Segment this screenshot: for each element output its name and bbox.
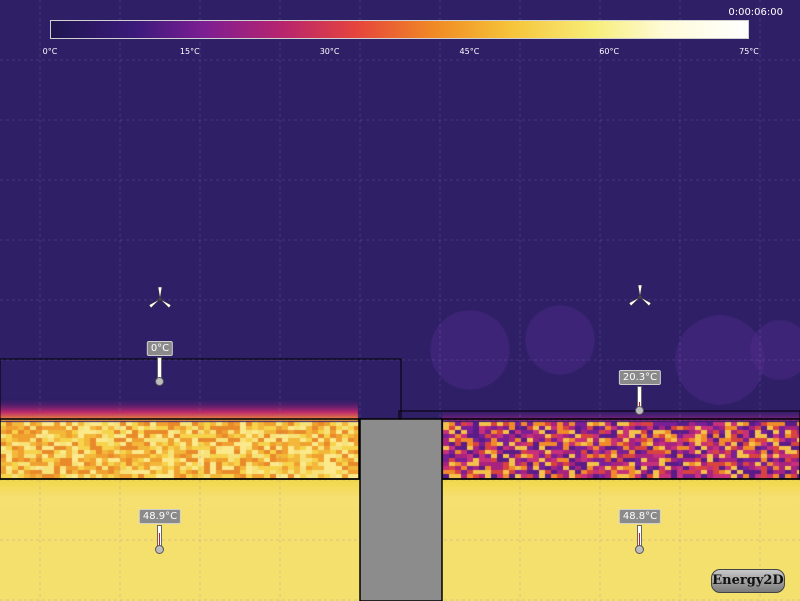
thermometer-reading: 0°C	[146, 341, 174, 356]
temperature-colorbar	[50, 20, 749, 39]
colorbar-tick-label: 30°C	[319, 47, 340, 56]
thermometer-reading: 20.3°C	[618, 370, 662, 385]
energy2d-logo[interactable]: Energy2D	[711, 569, 785, 593]
colorbar-tick-label: 45°C	[459, 47, 480, 56]
colorbar-tick-label: 15°C	[179, 47, 200, 56]
thermal-field[interactable]	[0, 0, 800, 601]
colorbar-tick-label: 60°C	[599, 47, 620, 56]
thermometer-reading: 48.9°C	[138, 509, 182, 524]
simulation-view[interactable]: 0°C 15°C 30°C 45°C 60°C 75°C 0:00:06:00 0°C 2…	[0, 0, 800, 601]
fan-icon[interactable]	[145, 284, 175, 314]
thermometer-icon	[637, 386, 642, 408]
colorbar-tick-label: 75°C	[739, 47, 759, 56]
fan-icon[interactable]	[625, 282, 655, 312]
thermometer-icon	[157, 525, 162, 547]
thermometer-reading: 48.8°C	[618, 509, 662, 524]
colorbar-tick-label: 0°C	[42, 47, 58, 56]
simulation-timer: 0:00:06:00	[728, 7, 783, 18]
thermometer-icon	[157, 357, 162, 379]
thermometer-icon	[637, 525, 642, 547]
